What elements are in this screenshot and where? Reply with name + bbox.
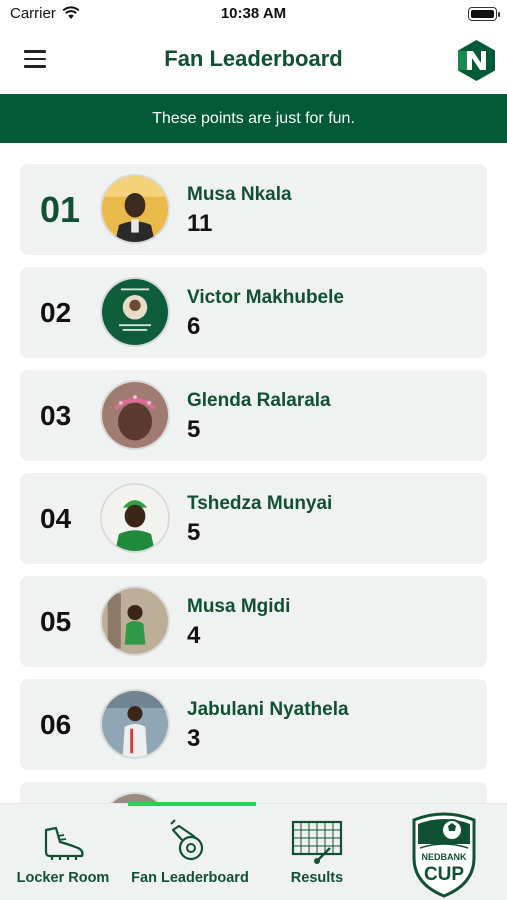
status-time: 10:38 AM: [220, 5, 287, 22]
fan-name: Glenda Ralarala: [187, 390, 331, 411]
avatar: [100, 277, 170, 347]
avatar: [100, 380, 170, 450]
leaderboard-row[interactable]: 01 Musa Nkala 11: [20, 164, 487, 255]
rank-number: 04: [40, 503, 72, 534]
fan-name: Musa Mgidi: [187, 596, 291, 617]
app-header: Fan Leaderboard: [0, 30, 507, 94]
battery-icon: [468, 7, 500, 21]
leaderboard-row[interactable]: 05 Musa Mgidi 4: [20, 576, 487, 667]
rank-number: 01: [40, 189, 81, 230]
fan-points: 5: [187, 416, 201, 443]
fan-name: Victor Makhubele: [187, 287, 344, 308]
fan-name: Jabulani Nyathela: [187, 699, 349, 720]
leaderboard-row[interactable]: 03 Glenda Ralarala 5: [20, 370, 487, 461]
rank-number: 05: [40, 606, 72, 637]
rank-number: 03: [40, 400, 72, 431]
leaderboard-row[interactable]: 04 Tshedza Munyai 5: [20, 473, 487, 564]
avatar: [100, 174, 170, 244]
avatar: [100, 689, 170, 759]
cup-logo-text-top: NEDBANK: [422, 852, 468, 862]
tab-label: Locker Room: [16, 870, 110, 886]
fan-points: 3: [187, 725, 201, 752]
fan-points: 6: [187, 313, 201, 340]
tab-label: Results: [290, 870, 344, 886]
whistle-icon: [170, 819, 204, 861]
boot-icon: [44, 826, 84, 860]
tab-results[interactable]: Results: [254, 804, 380, 900]
rank-number: 02: [40, 297, 72, 328]
fan-points: 4: [187, 622, 201, 649]
tab-locker-room[interactable]: Locker Room: [0, 804, 126, 900]
fan-points: 11: [187, 210, 213, 237]
fan-points: 5: [187, 519, 201, 546]
leaderboard-row[interactable]: 02 Victor Makhubele 6: [20, 267, 487, 358]
fan-name: Musa Nkala: [187, 184, 292, 205]
rank-number: 06: [40, 709, 72, 740]
nedbank-cup-logo-icon[interactable]: NEDBANK CUP: [406, 810, 482, 898]
cup-logo-text-bottom: CUP: [424, 864, 464, 885]
bottom-tab-bar: Locker Room Fan Leaderboard Results NEDB…: [0, 802, 507, 900]
avatar: [100, 483, 170, 553]
leaderboard-row[interactable]: 06 Jabulani Nyathela 3: [20, 679, 487, 770]
nedbank-logo-icon[interactable]: [454, 38, 499, 83]
tab-fan-leaderboard[interactable]: Fan Leaderboard: [127, 804, 253, 900]
info-banner: These points are just for fun.: [0, 94, 507, 143]
fan-name: Tshedza Munyai: [187, 493, 333, 514]
avatar: [100, 586, 170, 656]
tab-label: Fan Leaderboard: [131, 870, 249, 886]
leaderboard-row[interactable]: [20, 782, 487, 803]
page-title: Fan Leaderboard: [164, 46, 343, 71]
leaderboard-list[interactable]: 01 Musa Nkala 11 02 Victor Makhubele 6 0…: [0, 143, 507, 803]
goal-net-icon: [291, 820, 343, 864]
status-bar: Carrier 10:38 AM: [0, 0, 507, 30]
